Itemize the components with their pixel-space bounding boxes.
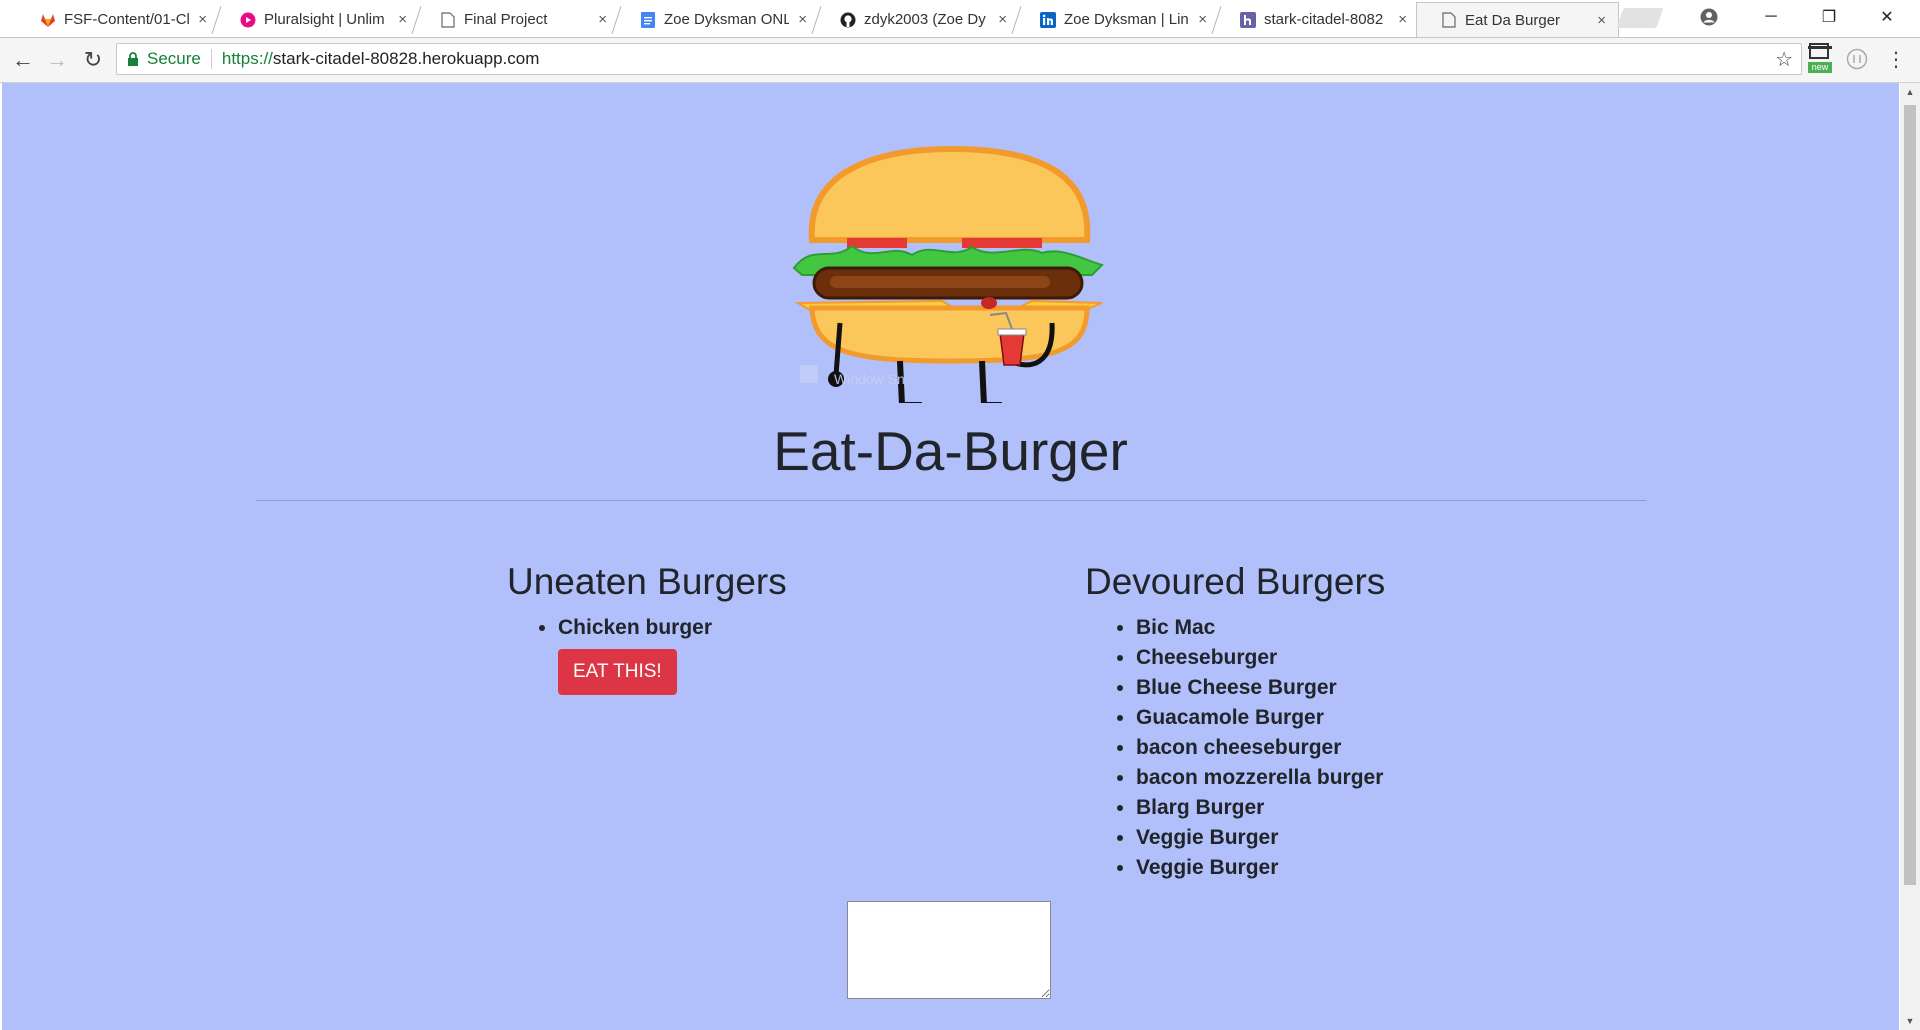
uneaten-burger-list: Chicken burger EAT THIS!: [524, 613, 712, 695]
list-item: Cheeseburger: [1136, 643, 1383, 673]
gitlab-icon: [40, 12, 56, 28]
tab-title: Final Project: [464, 11, 548, 28]
heroku-icon: [1240, 11, 1256, 28]
scroll-up-icon[interactable]: ▲: [1900, 83, 1920, 101]
eat-this-button[interactable]: EAT THIS!: [558, 649, 677, 695]
secure-indicator[interactable]: Secure: [127, 49, 201, 69]
chrome-menu-button[interactable]: ⋮: [1884, 44, 1908, 74]
list-item: Chicken burger EAT THIS!: [558, 613, 712, 695]
list-item: Blue Cheese Burger: [1136, 673, 1383, 703]
list-item: Veggie Burger: [1136, 853, 1383, 883]
tab-google-doc[interactable]: Zoe Dyksman ONL ×: [611, 2, 819, 37]
page-icon: [440, 11, 456, 28]
tab-heroku[interactable]: stark-citadel-8082 ×: [1211, 2, 1419, 37]
browser-toolbar: ← → ↻ Secure https:// stark-citadel-8082…: [0, 38, 1920, 83]
back-arrow-icon: ←: [12, 47, 34, 72]
list-item: Blarg Burger: [1136, 793, 1383, 823]
pluralsight-icon: [240, 12, 256, 28]
profile-icon[interactable]: [1680, 0, 1738, 33]
tab-pluralsight[interactable]: Pluralsight | Unlim ×: [211, 2, 419, 37]
uneaten-burgers-heading: Uneaten Burgers: [507, 561, 787, 602]
tab-title: stark-citadel-8082: [1264, 11, 1384, 28]
list-item: Bic Mac: [1136, 613, 1383, 643]
restore-button[interactable]: ❐: [1800, 0, 1858, 33]
tab-eat-da-burger[interactable]: Eat Da Burger ×: [1416, 2, 1619, 37]
tab-gitlab[interactable]: FSF-Content/01-Cl ×: [16, 2, 219, 37]
burger-mascot-image: Window Sn: [792, 143, 1112, 408]
tab-close-icon[interactable]: ×: [198, 11, 207, 28]
bookmark-star-icon[interactable]: ☆: [1775, 47, 1793, 72]
extension-badge: new: [1808, 62, 1832, 73]
minimize-button[interactable]: ─: [1742, 0, 1800, 33]
extension-icon: [1846, 48, 1868, 70]
tab-final-project[interactable]: Final Project ×: [411, 2, 619, 37]
page-title: Eat-Da-Burger: [773, 420, 1128, 482]
linkedin-icon: [1040, 11, 1056, 28]
tab-close-icon[interactable]: ×: [1597, 12, 1606, 29]
tab-strip: FSF-Content/01-Cl × Pluralsight | Unlim …: [0, 0, 1920, 38]
page-scrollbar[interactable]: ▲ ▼: [1900, 83, 1920, 1030]
reload-icon: ↻: [83, 47, 103, 72]
tab-title: Pluralsight | Unlim: [264, 11, 385, 28]
forward-button[interactable]: →: [42, 45, 72, 75]
url-host: stark-citadel-80828.herokuapp.com: [272, 49, 540, 68]
address-bar[interactable]: Secure https:// stark-citadel-80828.hero…: [116, 43, 1802, 75]
burger-name: Chicken burger: [558, 616, 713, 639]
tab-close-icon[interactable]: ×: [998, 11, 1007, 28]
forward-arrow-icon: →: [46, 47, 68, 72]
lock-icon: [128, 52, 138, 66]
list-item: Guacamole Burger: [1136, 703, 1383, 733]
tab-title: zdyk2003 (Zoe Dy: [864, 11, 986, 28]
tab-github[interactable]: zdyk2003 (Zoe Dy ×: [811, 2, 1019, 37]
close-window-button[interactable]: ✕: [1858, 0, 1916, 33]
tab-close-icon[interactable]: ×: [1198, 11, 1207, 28]
image-watermark-text: Window Sn: [834, 371, 905, 387]
list-item: bacon cheeseburger: [1136, 733, 1383, 763]
extension-button[interactable]: new: [1808, 42, 1832, 76]
burger-name-textarea[interactable]: [847, 901, 1051, 999]
devoured-burger-list: Bic Mac Cheeseburger Blue Cheese Burger …: [1102, 613, 1383, 883]
more-vert-icon: ⋮: [1886, 48, 1906, 71]
tab-close-icon[interactable]: ×: [398, 11, 407, 28]
github-icon: [840, 12, 856, 28]
tab-close-icon[interactable]: ×: [598, 11, 607, 28]
tab-linkedin[interactable]: Zoe Dyksman | Lin ×: [1011, 2, 1219, 37]
list-item: Veggie Burger: [1136, 823, 1383, 853]
url-scheme: https://: [221, 49, 273, 68]
scrollbar-thumb[interactable]: [1904, 105, 1916, 885]
tab-close-icon[interactable]: ×: [1398, 11, 1407, 28]
devoured-burgers-heading: Devoured Burgers: [1085, 561, 1386, 602]
back-button[interactable]: ←: [8, 45, 38, 75]
tab-close-icon[interactable]: ×: [798, 11, 807, 28]
list-item: bacon mozzerella burger: [1136, 763, 1383, 793]
tab-title: Zoe Dyksman ONL: [664, 11, 789, 28]
page-icon: [1441, 12, 1457, 28]
screenshot-extension-icon: [1808, 43, 1832, 59]
tab-title: Zoe Dyksman | Lin: [1064, 11, 1189, 28]
address-divider: [210, 49, 212, 69]
new-tab-button[interactable]: [1616, 8, 1664, 28]
reload-button[interactable]: ↻: [78, 45, 108, 75]
title-divider: [256, 500, 1646, 501]
page-viewport: Window Sn Eat-Da-Burger Uneaten Burgers …: [2, 83, 1899, 1030]
secure-label: Secure: [147, 49, 201, 68]
tab-title: Eat Da Burger: [1465, 11, 1561, 29]
docs-icon: [640, 11, 656, 28]
tab-title: FSF-Content/01-Cl: [64, 11, 189, 28]
extension-button-2[interactable]: [1846, 48, 1868, 70]
scroll-down-icon[interactable]: ▼: [1900, 1012, 1920, 1030]
